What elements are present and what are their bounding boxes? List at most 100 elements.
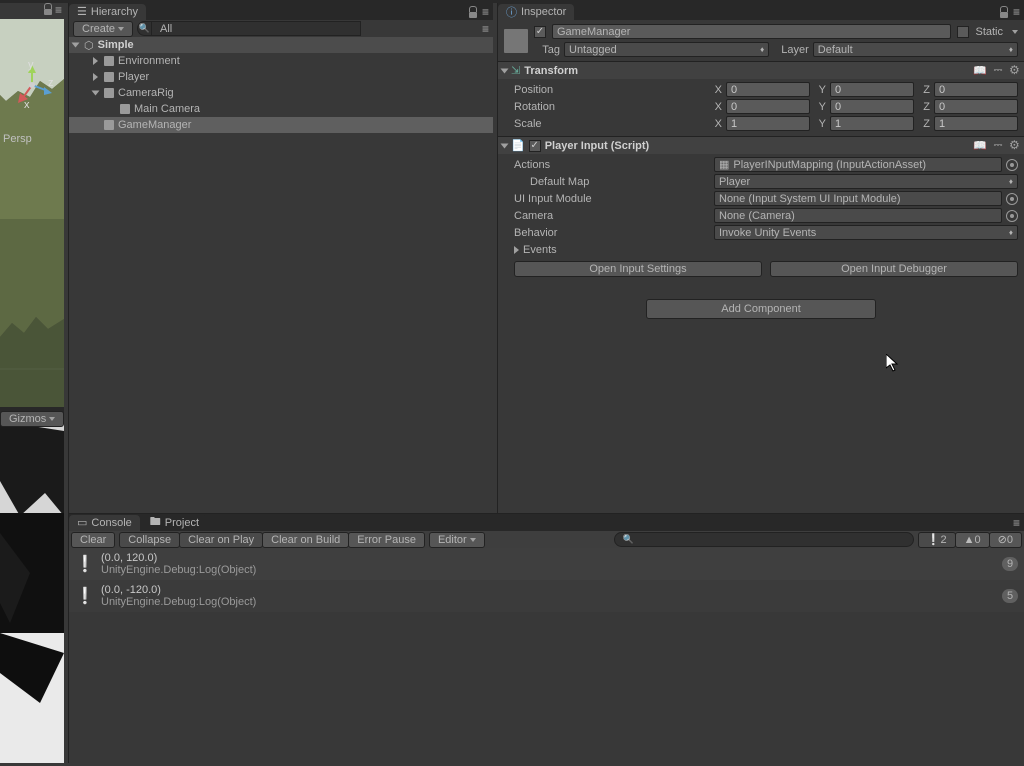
- foldout-icon[interactable]: [92, 91, 100, 96]
- layer-dropdown[interactable]: Default♦: [813, 42, 1018, 57]
- object-name-field[interactable]: GameManager: [552, 24, 951, 39]
- console-search[interactable]: 🔍: [614, 532, 914, 547]
- log-line2: UnityEngine.Debug:Log(Object): [101, 564, 994, 576]
- game-view[interactable]: [0, 513, 64, 763]
- error-count-toggle[interactable]: ⊘0: [989, 532, 1022, 548]
- info-count-toggle[interactable]: ❕2: [918, 532, 956, 548]
- collapse-toggle[interactable]: Collapse: [119, 532, 180, 548]
- transform-row-label: Rotation: [514, 101, 706, 113]
- object-picker-icon[interactable]: [1006, 210, 1018, 222]
- hierarchy-search[interactable]: All: [151, 21, 361, 36]
- console-tab[interactable]: ▭Console: [69, 515, 140, 531]
- static-checkbox[interactable]: [957, 26, 969, 38]
- hierarchy-panel: ☰Hierarchy Create 🔍 All ⬡ Simple Environ…: [68, 3, 493, 513]
- inspector-panel: ⓘInspector GameManager Static Tag Untagg…: [497, 3, 1024, 513]
- hierarchy-item[interactable]: Player: [69, 69, 493, 85]
- transform-scale-y[interactable]: 1: [830, 116, 914, 131]
- transform-foldout[interactable]: [501, 68, 509, 73]
- actions-field[interactable]: ▦PlayerINputMapping (InputActionAsset): [714, 157, 1002, 172]
- hierarchy-item[interactable]: GameManager: [69, 117, 493, 133]
- transform-scale-z[interactable]: 1: [934, 116, 1018, 131]
- transform-rotation-z[interactable]: 0: [934, 99, 1018, 114]
- behavior-dropdown[interactable]: Invoke Unity Events♦: [714, 225, 1018, 240]
- component-menu-icon[interactable]: [1009, 65, 1020, 76]
- axis-z-label: z: [48, 77, 54, 89]
- menu-icon[interactable]: [482, 22, 489, 36]
- help-icon[interactable]: 📖: [973, 139, 987, 152]
- axis-label: X: [710, 84, 722, 96]
- preset-icon[interactable]: ⎓: [991, 64, 1005, 77]
- object-picker-icon[interactable]: [1006, 193, 1018, 205]
- hierarchy-item-label: Player: [118, 71, 149, 83]
- editor-dropdown[interactable]: Editor: [429, 532, 485, 548]
- transform-position-x[interactable]: 0: [726, 82, 810, 97]
- clear-on-play-toggle[interactable]: Clear on Play: [179, 532, 263, 548]
- events-label: Events: [523, 244, 557, 256]
- create-dropdown[interactable]: Create: [73, 21, 133, 37]
- error-pause-toggle[interactable]: Error Pause: [348, 532, 425, 548]
- hierarchy-item[interactable]: CameraRig: [69, 85, 493, 101]
- axis-label: Z: [918, 101, 930, 113]
- layer-label: Layer: [781, 44, 809, 56]
- project-tab[interactable]: 🖿Project: [142, 515, 207, 531]
- console-entry[interactable]: ❕(0.0, -120.0)UnityEngine.Debug:Log(Obje…: [69, 580, 1024, 612]
- transform-rotation-y[interactable]: 0: [830, 99, 914, 114]
- foldout-icon[interactable]: [72, 43, 80, 48]
- playerinput-foldout[interactable]: [501, 143, 509, 148]
- actions-label: Actions: [514, 159, 710, 171]
- collapse-count-badge: 9: [1002, 557, 1018, 571]
- lock-icon[interactable]: [999, 6, 1009, 18]
- hierarchy-tab[interactable]: ☰Hierarchy: [69, 4, 146, 20]
- camera-label: Camera: [514, 210, 710, 222]
- axis-label: Y: [814, 118, 826, 130]
- static-label: Static: [975, 26, 1003, 38]
- context-menu-icon[interactable]: [1013, 516, 1020, 530]
- scene-view[interactable]: y z x Persp Gizmos: [0, 3, 64, 513]
- active-checkbox[interactable]: [534, 26, 546, 38]
- component-menu-icon[interactable]: [1009, 140, 1020, 151]
- add-component-button[interactable]: Add Component: [646, 299, 876, 319]
- object-picker-icon[interactable]: [1006, 159, 1018, 171]
- open-input-debugger-button[interactable]: Open Input Debugger: [770, 261, 1018, 277]
- default-map-dropdown[interactable]: Player♦: [714, 174, 1018, 189]
- context-menu-icon[interactable]: [1013, 5, 1020, 19]
- transform-position-z[interactable]: 0: [934, 82, 1018, 97]
- gizmos-dropdown[interactable]: Gizmos: [0, 411, 64, 427]
- clear-on-build-toggle[interactable]: Clear on Build: [262, 532, 349, 548]
- foldout-icon[interactable]: [93, 73, 98, 81]
- warn-count-toggle[interactable]: ▲0: [955, 532, 990, 548]
- gameobject-icon[interactable]: [504, 29, 528, 53]
- component-enabled-checkbox[interactable]: [529, 140, 541, 152]
- transform-scale-x[interactable]: 1: [726, 116, 810, 131]
- search-filter-icon[interactable]: 🔍: [137, 21, 151, 36]
- transform-rotation-x[interactable]: 0: [726, 99, 810, 114]
- preset-icon[interactable]: ⎓: [991, 139, 1005, 152]
- ui-module-field[interactable]: None (Input System UI Input Module): [714, 191, 1002, 206]
- axis-gizmo[interactable]: y z x: [10, 63, 54, 107]
- console-entry[interactable]: ❕(0.0, 120.0)UnityEngine.Debug:Log(Objec…: [69, 548, 1024, 580]
- ui-module-label: UI Input Module: [514, 193, 710, 205]
- hierarchy-item-label: Main Camera: [134, 103, 200, 115]
- transform-position-y[interactable]: 0: [830, 82, 914, 97]
- help-icon[interactable]: 📖: [973, 64, 987, 77]
- foldout-icon[interactable]: [93, 57, 98, 65]
- tag-dropdown[interactable]: Untagged♦: [564, 42, 769, 57]
- script-icon: 📄: [511, 139, 525, 152]
- lock-icon[interactable]: [468, 6, 478, 18]
- transform-row-label: Position: [514, 84, 706, 96]
- scene-row[interactable]: ⬡ Simple: [69, 37, 493, 53]
- camera-field[interactable]: None (Camera): [714, 208, 1002, 223]
- open-input-settings-button[interactable]: Open Input Settings: [514, 261, 762, 277]
- clear-button[interactable]: Clear: [71, 532, 115, 548]
- hierarchy-item[interactable]: Main Camera: [69, 101, 493, 117]
- hierarchy-item-label: GameManager: [118, 119, 191, 131]
- inspector-tab[interactable]: ⓘInspector: [498, 4, 574, 20]
- context-menu-icon[interactable]: [482, 5, 489, 19]
- static-dropdown-icon[interactable]: [1012, 30, 1018, 34]
- error-icon: ⊘: [998, 533, 1007, 546]
- hierarchy-item[interactable]: Environment: [69, 53, 493, 69]
- lock-icon[interactable]: [43, 3, 53, 15]
- gameobject-icon: [104, 120, 114, 130]
- events-foldout[interactable]: [514, 246, 519, 254]
- context-menu-icon[interactable]: [55, 3, 62, 17]
